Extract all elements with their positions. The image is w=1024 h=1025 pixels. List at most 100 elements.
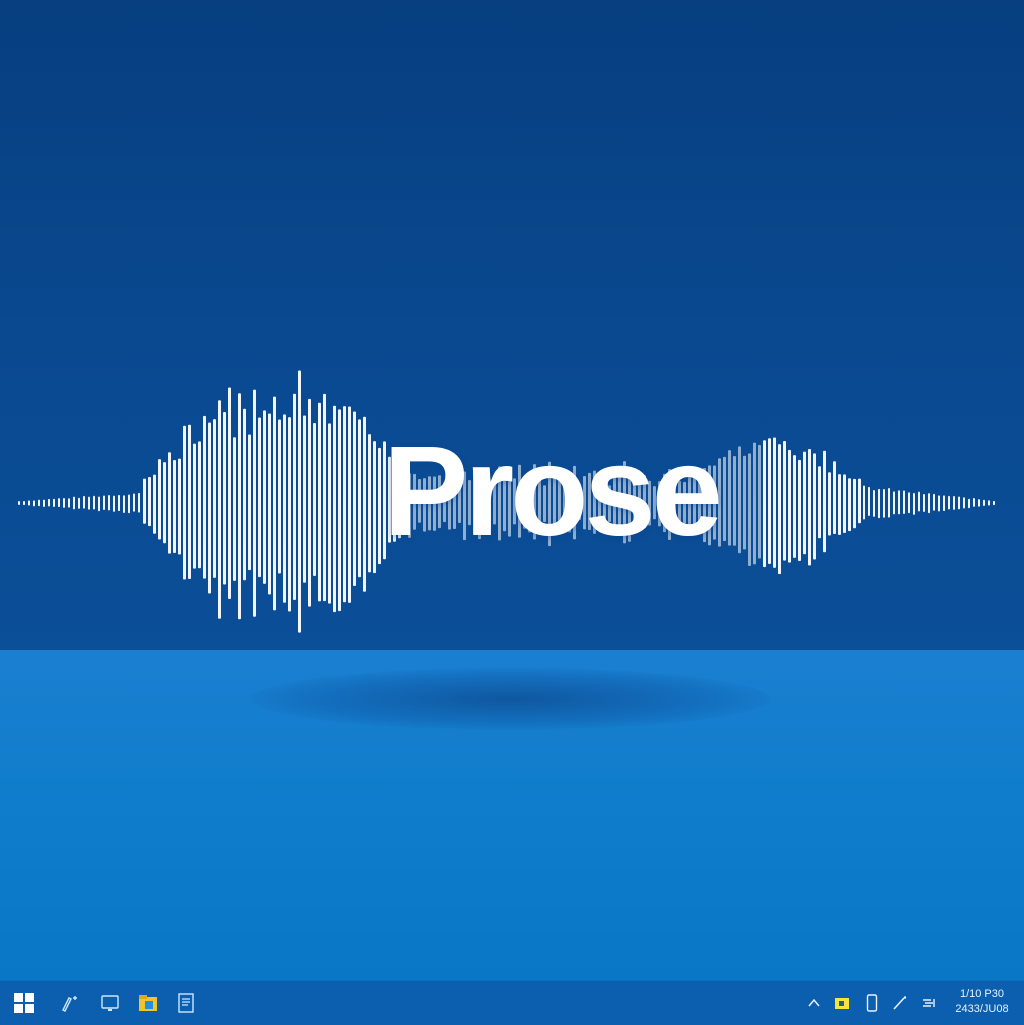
taskbar-clock[interactable]: 1/10 P30 2433/JU08 [944,987,1020,1021]
wave-bar [73,496,75,510]
wave-bar [973,497,975,507]
wave-bar [978,499,980,507]
wave-bar [903,490,905,515]
wave-bar [883,489,885,518]
wave-bar [138,492,140,513]
pen-app-icon[interactable] [48,981,92,1025]
wave-bar [273,396,276,611]
wave-bar [733,455,736,546]
wave-bar [58,498,60,508]
wave-bar [993,500,995,506]
wave-bar [768,438,771,565]
wave-bar [93,495,95,510]
wave-bar [38,499,40,507]
chevron-up-icon[interactable] [802,981,826,1025]
wave-bar [808,448,811,566]
wave-bar [173,460,176,554]
wave-bar [368,434,371,573]
wave-bar [248,434,251,571]
wave-bar [323,393,326,602]
wave-bar [193,443,196,569]
windows-start-icon[interactable] [2,981,46,1025]
wave-bar [133,493,135,512]
wave-bar [828,472,831,536]
wave-bar [778,444,781,575]
wave-bar [213,419,216,578]
wave-bar [68,498,70,508]
wave-bar [793,455,796,558]
wave-bar [908,492,910,514]
wave-bar [288,417,291,612]
wave-bar [123,495,125,514]
wave-bar [183,425,186,580]
wave-bar [223,411,226,585]
wave-bar [153,474,156,534]
wave-bar [338,409,341,612]
wave-bar [948,495,950,510]
wave-bar [258,417,261,578]
wave-bar [748,453,751,566]
wave-bar [818,466,821,539]
wave-bar [833,461,836,535]
wave-bar [968,498,970,509]
wave-bar [888,488,890,518]
wave-bar [143,478,146,524]
wave-bar [838,474,841,536]
network-icon[interactable] [918,981,942,1025]
wave-bar [298,370,301,633]
wave-bar [113,495,115,512]
wave-bar [723,456,726,542]
wave-bar [278,419,281,574]
wave-bar [313,422,316,577]
wave-bar [28,500,30,506]
wave-bar [953,495,955,510]
wave-bar [233,437,236,581]
wave-bar [218,400,221,619]
wave-bar [263,410,266,584]
wave-bar [88,496,90,510]
wave-bar [783,440,786,561]
wave-bar [868,486,870,516]
wave-bar [863,485,865,520]
wave-bar [228,387,231,599]
wave-bar [938,495,940,512]
wave-bar [48,498,50,507]
wave-bar [738,446,741,554]
wave-bar [178,458,181,555]
folder-tray-icon[interactable] [830,981,854,1025]
wave-bar [103,495,105,510]
wave-bar [348,406,351,603]
wave-bar [363,416,366,592]
wave-bar [118,494,120,512]
wave-bar [913,493,915,515]
wave-bar [728,450,731,546]
wave-bar [353,411,356,586]
taskbar: 1/10 P30 2433/JU08 [0,980,1024,1025]
wave-bar [333,405,336,613]
wave-bar [798,459,801,561]
wave-bar [23,500,25,506]
wave-bar [33,500,35,507]
document-icon[interactable] [164,981,208,1025]
wave-bar [773,437,776,568]
wave-bar [63,497,65,508]
wave-bar [943,495,945,512]
wave-bar [303,415,306,583]
wave-bar [158,459,161,540]
wave-bar [198,441,201,569]
phone-icon[interactable] [860,981,884,1025]
wave-bar [898,490,900,515]
pen-tray-icon[interactable] [888,981,912,1025]
wave-bar [128,494,130,514]
wave-bar [918,491,920,512]
desktop: Prose [0,0,1024,980]
wave-bar [928,493,930,514]
wave-bar [343,406,346,603]
wave-bar [358,419,361,578]
wave-bar [813,453,816,560]
wave-bar [378,447,381,565]
wave-bar [743,455,746,550]
wave-bar [933,493,935,511]
wave-bar [188,424,191,579]
wave-bar [148,476,151,527]
